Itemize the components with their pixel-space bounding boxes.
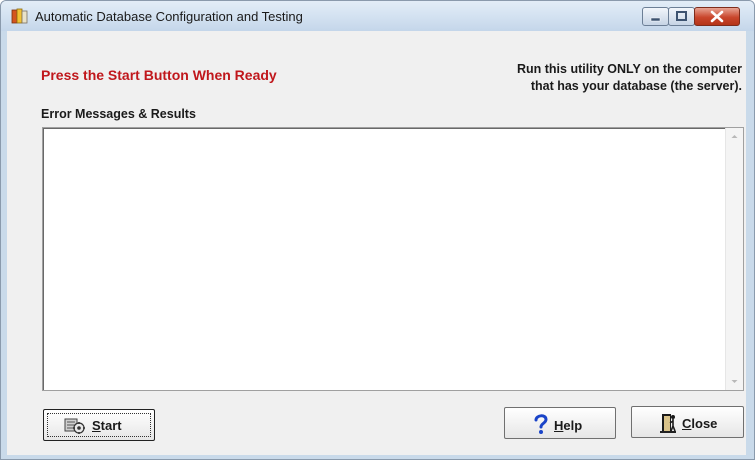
database-app-icon [11, 8, 28, 24]
minimize-icon [650, 17, 661, 22]
server-warning-line-2: that has your database (the server). [530, 79, 742, 93]
scroll-up-icon[interactable] [726, 128, 743, 145]
dialog-body: Press the Start Button When Ready Run th… [7, 31, 746, 455]
maximize-icon [676, 11, 687, 21]
close-button-label: Close [682, 416, 718, 431]
title-bar[interactable]: Automatic Database Configuration and Tes… [1, 1, 754, 31]
help-button-label: Help [554, 418, 583, 433]
close-window-button[interactable] [694, 7, 740, 26]
help-button[interactable]: Help [504, 407, 616, 439]
server-warning: Run this utility ONLY on the computer th… [412, 61, 742, 95]
scroll-down-icon[interactable] [726, 373, 743, 390]
results-scrollbar[interactable] [725, 128, 743, 390]
question-mark-icon [534, 414, 548, 434]
start-button-label: Start [92, 418, 122, 433]
close-icon [710, 10, 724, 23]
results-label: Error Messages & Results [41, 107, 196, 121]
close-button[interactable]: Close [631, 406, 744, 438]
minimize-button[interactable] [642, 7, 669, 26]
database-gears-icon [64, 418, 85, 434]
results-content [47, 131, 723, 387]
app-window: Automatic Database Configuration and Tes… [0, 0, 755, 460]
start-button[interactable]: Start [43, 409, 155, 441]
window-title: Automatic Database Configuration and Tes… [35, 9, 303, 24]
maximize-button[interactable] [668, 7, 695, 26]
server-warning-line-1: Run this utility ONLY on the computer [516, 62, 742, 76]
results-textarea[interactable] [42, 127, 744, 391]
start-prompt: Press the Start Button When Ready [41, 67, 277, 83]
door-exit-icon [660, 414, 676, 433]
